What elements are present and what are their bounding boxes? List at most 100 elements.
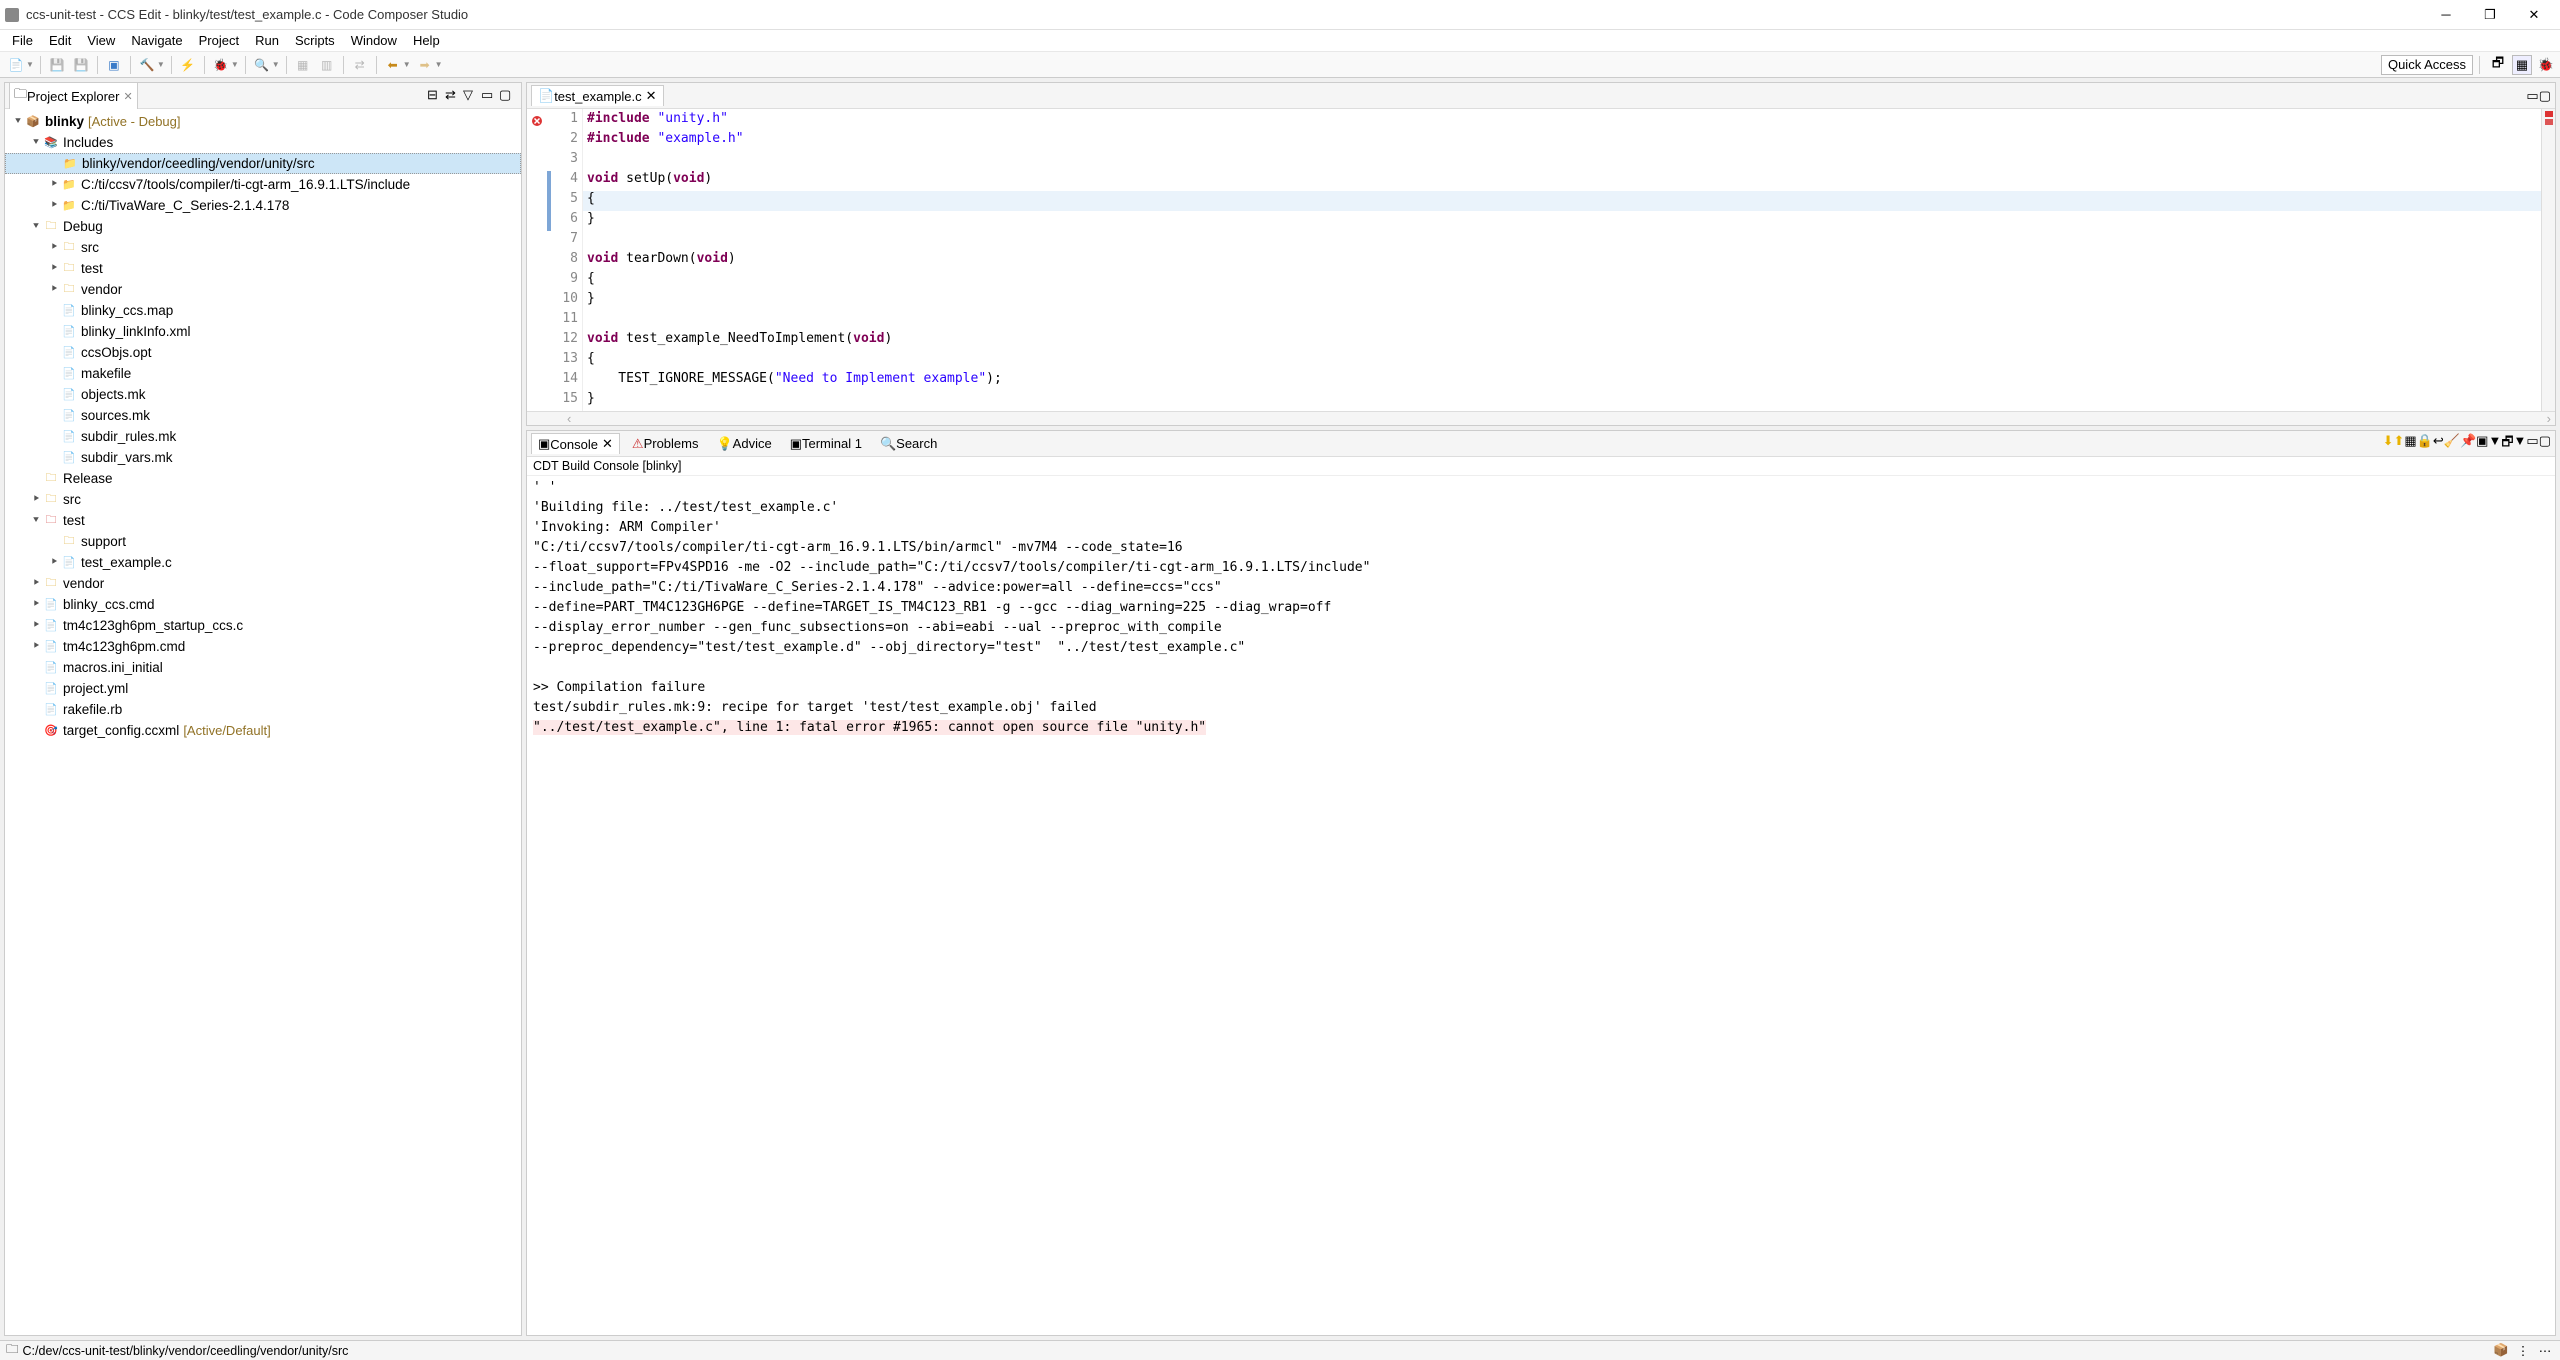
include-path-unity[interactable]: 📁 blinky/vendor/ceedling/vendor/unity/sr… xyxy=(5,153,521,174)
terminal-tab[interactable]: ▣Terminal 1 xyxy=(784,434,868,454)
tree-file[interactable]: 📄blinky_ccs.map xyxy=(5,300,521,321)
minimize-editor-button[interactable]: ▭ xyxy=(2526,88,2538,104)
chevron-right-icon[interactable]: ⯈ xyxy=(29,620,43,631)
link-editor-button[interactable]: ⇄ xyxy=(445,87,463,105)
chevron-right-icon[interactable]: ⯈ xyxy=(47,284,61,295)
minimize-bottom-button[interactable]: ▭ xyxy=(2526,433,2538,455)
console-tab[interactable]: ▣Console✕ xyxy=(531,433,620,454)
scroll-lock-button[interactable]: 🔒 xyxy=(2417,433,2433,455)
chevron-down-icon[interactable]: ⯆ xyxy=(29,137,43,148)
error-overview-marker[interactable] xyxy=(2545,119,2553,125)
maximize-editor-button[interactable]: ▢ xyxy=(2539,88,2551,104)
chevron-down-icon[interactable]: ⯆ xyxy=(11,116,25,127)
editor-hscroll[interactable]: ‹ › xyxy=(527,411,2555,425)
back-button[interactable]: ⬅ xyxy=(383,55,403,75)
code-area[interactable]: #include "unity.h" #include "example.h" … xyxy=(583,109,2541,411)
chevron-right-icon[interactable]: ⯈ xyxy=(47,179,61,190)
chevron-right-icon[interactable]: ⯈ xyxy=(47,200,61,211)
menu-edit[interactable]: Edit xyxy=(41,32,79,49)
word-wrap-button[interactable]: ↩ xyxy=(2433,433,2444,455)
tree-file[interactable]: 📄ccsObjs.opt xyxy=(5,342,521,363)
getting-started-button[interactable]: ▣ xyxy=(104,55,124,75)
clear-console-button[interactable]: 🧹 xyxy=(2444,433,2460,455)
open-console-button[interactable]: 🗗 xyxy=(2501,433,2513,455)
new-button[interactable]: 📄 xyxy=(6,55,26,75)
project-tree[interactable]: ⯆ 📦 blinky [Active - Debug] ⯆ 📚 Includes… xyxy=(5,109,521,1335)
show-console-button[interactable]: ▦ xyxy=(2404,433,2416,455)
grid-button[interactable]: ▦ xyxy=(293,55,313,75)
release-folder[interactable]: 🗀Release xyxy=(5,468,521,489)
tree-file[interactable]: 📄rakefile.rb xyxy=(5,699,521,720)
list-button[interactable]: ▥ xyxy=(317,55,337,75)
menu-scripts[interactable]: Scripts xyxy=(287,32,343,49)
tree-file[interactable]: ⯈📄tm4c123gh6pm.cmd xyxy=(5,636,521,657)
tree-folder-src[interactable]: ⯈🗀src xyxy=(5,237,521,258)
chevron-right-icon[interactable]: ⯈ xyxy=(47,263,61,274)
menu-view[interactable]: View xyxy=(79,32,123,49)
status-icon-1[interactable]: 📦 xyxy=(2492,1343,2510,1358)
editor-tab[interactable]: 📄 test_example.c ✕ xyxy=(531,85,664,106)
menu-help[interactable]: Help xyxy=(405,32,448,49)
tree-file[interactable]: 📄blinky_linkInfo.xml xyxy=(5,321,521,342)
minimize-view-button[interactable]: ▭ xyxy=(481,87,499,105)
chevron-right-icon[interactable]: ⯈ xyxy=(29,494,43,505)
overview-ruler[interactable] xyxy=(2541,109,2555,411)
menu-navigate[interactable]: Navigate xyxy=(123,32,190,49)
tree-folder-vendor[interactable]: ⯈🗀vendor xyxy=(5,279,521,300)
view-menu-button[interactable]: ▽ xyxy=(463,87,481,105)
advice-tab[interactable]: 💡Advice xyxy=(710,434,777,454)
test-folder[interactable]: ⯆🗀test xyxy=(5,510,521,531)
next-error-button[interactable]: ⬇ xyxy=(2383,433,2394,455)
switch-button[interactable]: ⇄ xyxy=(350,55,370,75)
close-icon[interactable]: ✕ xyxy=(602,436,613,452)
ccs-edit-perspective[interactable]: ▦ xyxy=(2512,55,2532,75)
menu-window[interactable]: Window xyxy=(343,32,405,49)
problems-tab[interactable]: ⚠Problems xyxy=(626,434,705,454)
tree-file[interactable]: 📄subdir_rules.mk xyxy=(5,426,521,447)
include-path-tivaware[interactable]: ⯈ 📁 C:/ti/TivaWare_C_Series-2.1.4.178 xyxy=(5,195,521,216)
maximize-view-button[interactable]: ▢ xyxy=(499,87,517,105)
maximize-bottom-button[interactable]: ▢ xyxy=(2539,433,2551,455)
error-marker-icon[interactable] xyxy=(527,111,547,131)
tree-file[interactable]: 📄sources.mk xyxy=(5,405,521,426)
status-icon-2[interactable]: ⋮ xyxy=(2514,1343,2532,1358)
minimize-button[interactable]: ─ xyxy=(2424,1,2468,29)
project-node[interactable]: ⯆ 📦 blinky [Active - Debug] xyxy=(5,111,521,132)
console-output[interactable]: ' ' 'Building file: ../test/test_example… xyxy=(527,476,2555,1335)
debug-perspective[interactable]: 🐞 xyxy=(2536,55,2556,75)
save-all-button[interactable]: 💾 xyxy=(71,55,91,75)
flash-button[interactable]: ⚡ xyxy=(178,55,198,75)
tree-file[interactable]: 📄subdir_vars.mk xyxy=(5,447,521,468)
search-button[interactable]: 🔍 xyxy=(252,55,272,75)
forward-button[interactable]: ➡ xyxy=(415,55,435,75)
menu-project[interactable]: Project xyxy=(191,32,247,49)
close-icon[interactable]: ✕ xyxy=(124,90,133,103)
save-button[interactable]: 💾 xyxy=(47,55,67,75)
chevron-right-icon[interactable]: ⯈ xyxy=(47,557,61,568)
editor-body[interactable]: 12345 678910 1112131415 #include "unity.… xyxy=(527,109,2555,411)
vendor-folder[interactable]: ⯈🗀vendor xyxy=(5,573,521,594)
chevron-right-icon[interactable]: ⯈ xyxy=(29,641,43,652)
close-icon[interactable]: ✕ xyxy=(646,88,657,104)
tree-file[interactable]: 📄project.yml xyxy=(5,678,521,699)
close-button[interactable]: ✕ xyxy=(2512,1,2556,29)
tree-file[interactable]: 📄macros.ini_initial xyxy=(5,657,521,678)
search-tab[interactable]: 🔍Search xyxy=(874,434,943,454)
tree-file[interactable]: ⯈📄tm4c123gh6pm_startup_ccs.c xyxy=(5,615,521,636)
menu-run[interactable]: Run xyxy=(247,32,287,49)
support-folder[interactable]: 🗀support xyxy=(5,531,521,552)
src-folder[interactable]: ⯈🗀src xyxy=(5,489,521,510)
tree-file[interactable]: 📄objects.mk xyxy=(5,384,521,405)
chevron-right-icon[interactable]: ⯈ xyxy=(29,599,43,610)
tree-file[interactable]: ⯈📄blinky_ccs.cmd xyxy=(5,594,521,615)
menu-file[interactable]: File xyxy=(4,32,41,49)
chevron-down-icon[interactable]: ⯆ xyxy=(29,515,43,526)
display-selected-button[interactable]: ▣ xyxy=(2476,433,2488,455)
project-explorer-tab[interactable]: 🗀 Project Explorer ✕ xyxy=(9,82,138,109)
open-perspective-button[interactable]: 🗗 xyxy=(2488,55,2508,75)
debug-folder[interactable]: ⯆ 🗀 Debug xyxy=(5,216,521,237)
include-path-compiler[interactable]: ⯈ 📁 C:/ti/ccsv7/tools/compiler/ti-cgt-ar… xyxy=(5,174,521,195)
tree-folder-test[interactable]: ⯈🗀test xyxy=(5,258,521,279)
tree-file[interactable]: 📄makefile xyxy=(5,363,521,384)
pin-console-button[interactable]: 📌 xyxy=(2460,433,2476,455)
